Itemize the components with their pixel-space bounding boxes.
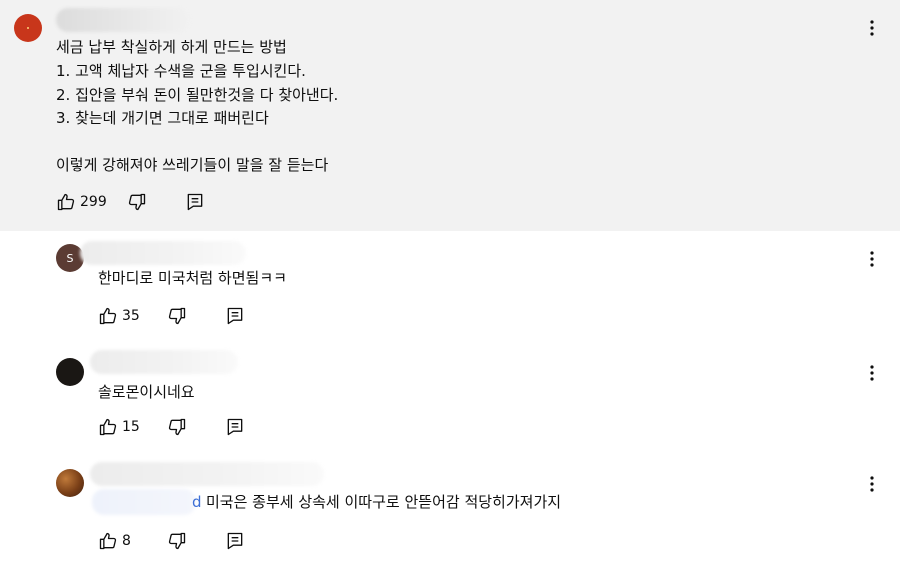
reply-comment-icon[interactable] — [185, 192, 205, 212]
like-count: 299 — [80, 194, 107, 210]
reply-comment-icon[interactable] — [225, 306, 245, 326]
thumbs-down-icon[interactable] — [167, 417, 187, 437]
more-vertical-icon[interactable] — [862, 363, 882, 383]
avatar[interactable] — [14, 14, 42, 42]
thumbs-up-icon[interactable] — [98, 306, 118, 326]
thumbs-up-icon[interactable] — [98, 417, 118, 437]
author-name-redacted[interactable] — [90, 350, 238, 374]
comment-actions: 15 — [98, 417, 245, 437]
thumbs-up-icon[interactable] — [98, 531, 118, 551]
author-name-redacted[interactable] — [56, 8, 190, 32]
highlighted-comment: 세금 납부 착실하게 하게 만드는 방법 1. 고액 체납자 수색을 군을 투입… — [0, 0, 900, 231]
thumbs-down-icon[interactable] — [127, 192, 147, 212]
reply-text: 한마디로 미국처럼 하면됨ㅋㅋ — [98, 269, 287, 287]
avatar-letter: S — [66, 251, 74, 265]
comment-text-line: 이렇게 강해져야 쓰레기들이 말을 잘 듣는다 — [56, 156, 329, 174]
comment-actions: 299 — [56, 192, 205, 212]
more-vertical-icon[interactable] — [862, 18, 882, 38]
comment-actions: 8 — [98, 531, 245, 551]
like-count: 8 — [122, 533, 131, 549]
comment-text-line: 2. 집안을 부숴 돈이 될만한것을 다 찾아낸다. — [56, 86, 339, 104]
reply-comment-icon[interactable] — [225, 531, 245, 551]
thumbs-up-icon[interactable] — [56, 192, 76, 212]
more-vertical-icon[interactable] — [862, 474, 882, 494]
reply-text: 미국은 종부세 상속세 이따구로 안뜯어감 적당히가져가지 — [206, 493, 562, 511]
thumbs-down-icon[interactable] — [167, 306, 187, 326]
more-vertical-icon[interactable] — [862, 249, 882, 269]
reply-comment-icon[interactable] — [225, 417, 245, 437]
avatar[interactable] — [56, 469, 84, 497]
mention-link[interactable]: d — [192, 492, 202, 512]
thumbs-down-icon[interactable] — [167, 531, 187, 551]
mention-link-redacted[interactable] — [92, 489, 196, 515]
like-count: 15 — [122, 419, 140, 435]
comment-text-line: 세금 납부 착실하게 하게 만드는 방법 — [56, 38, 287, 56]
like-count: 35 — [122, 308, 140, 324]
comment-actions: 35 — [98, 306, 245, 326]
reply-text: 솔로몬이시네요 — [98, 383, 195, 401]
comment-text-line: 1. 고액 체납자 수색을 군을 투입시킨다. — [56, 62, 306, 80]
avatar[interactable] — [56, 358, 84, 386]
author-name-redacted[interactable] — [80, 241, 246, 265]
comment-text-line: 3. 찾는데 개기면 그대로 패버린다 — [56, 109, 269, 127]
author-name-redacted[interactable] — [90, 462, 324, 486]
